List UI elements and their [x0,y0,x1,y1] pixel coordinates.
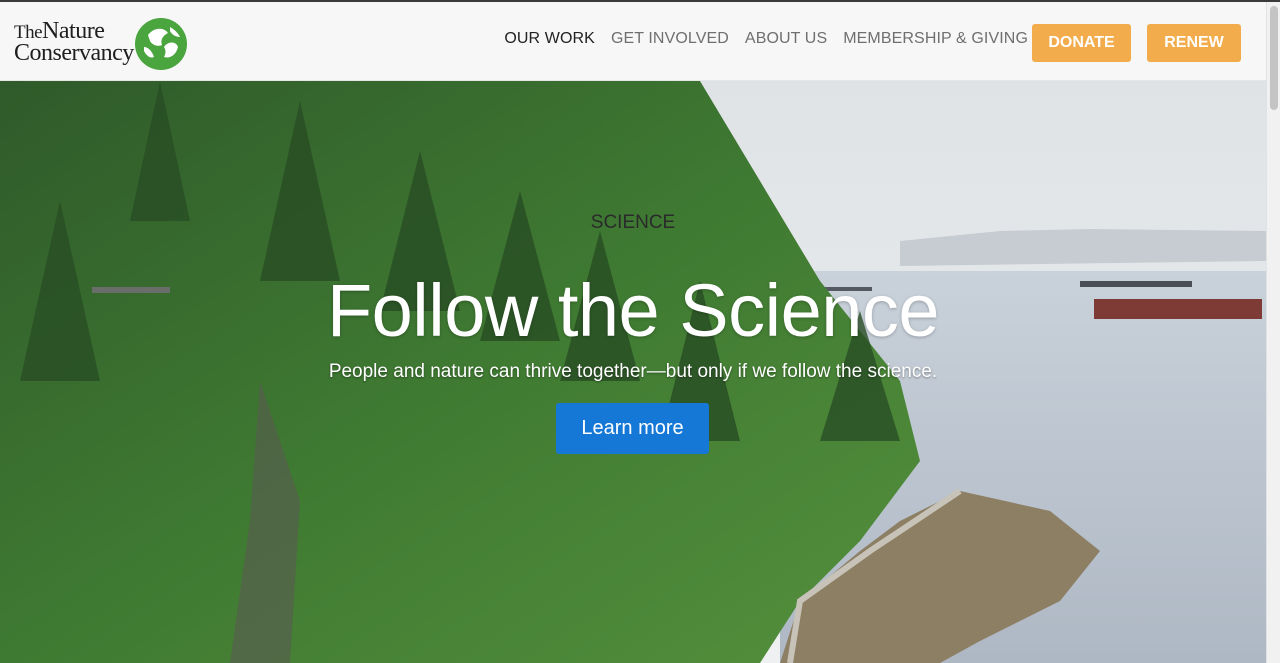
hero-subheadline: People and nature can thrive together—bu… [328,361,938,382]
scrollbar-thumb[interactable] [1270,6,1278,110]
site-logo[interactable]: TheNature Conservancy [14,12,188,72]
logo-conservancy: Conservancy [14,40,134,66]
learn-more-button[interactable]: Learn more [556,403,709,454]
hero-eyebrow: SCIENCE [590,212,676,233]
logo-wordmark: TheNature Conservancy [14,19,134,66]
donate-button[interactable]: DONATE [1032,24,1131,62]
nav-get-involved[interactable]: GET INVOLVED [611,30,729,48]
hero-banner: SCIENCE Follow the Science People and na… [0,81,1266,663]
hero-headline: Follow the Science [326,269,940,352]
page-scrollbar[interactable] [1266,2,1280,663]
nav-membership-giving[interactable]: MEMBERSHIP & GIVING [843,30,1028,48]
nav-about-us[interactable]: ABOUT US [745,30,827,48]
globe-leaf-icon [134,18,187,70]
site-header: TheNature Conservancy OUR WORK GET INVOL… [0,2,1266,81]
renew-button[interactable]: RENEW [1147,24,1241,62]
main-nav: OUR WORK GET INVOLVED ABOUT US MEMBERSHI… [504,30,1028,48]
nav-our-work[interactable]: OUR WORK [504,30,595,48]
